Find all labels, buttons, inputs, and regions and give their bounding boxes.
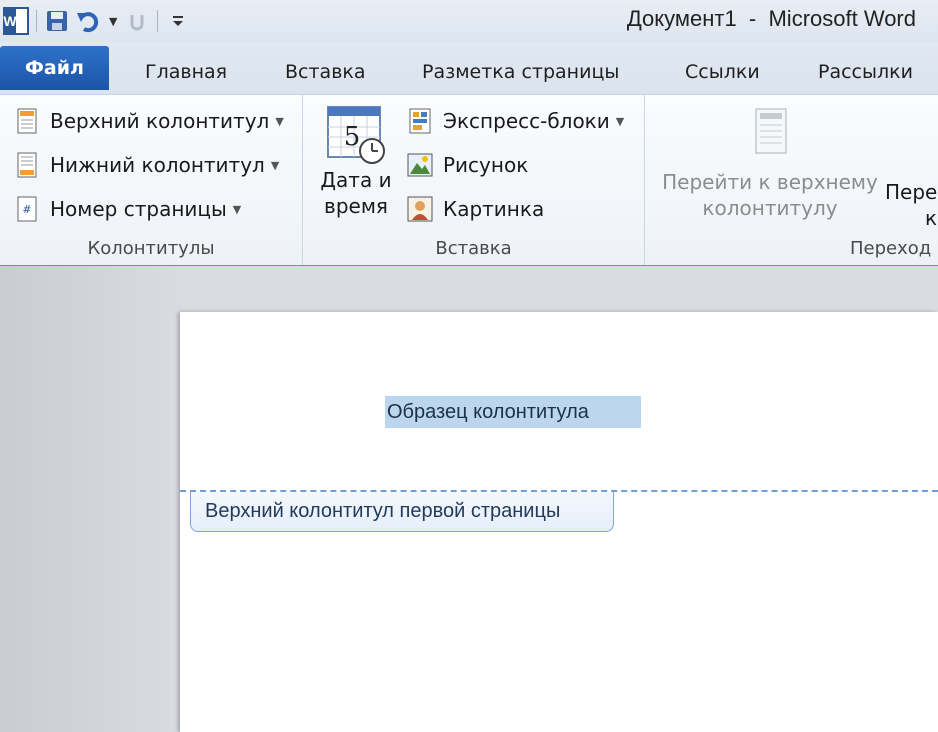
document-area: Образец колонтитула Верхний колонтитул п… bbox=[0, 266, 938, 732]
page-number-icon: # bbox=[14, 195, 40, 223]
title-bar: W ▼ Документ1 - Microsoft Word bbox=[0, 0, 938, 42]
page-number-button[interactable]: # Номер страницы ▼ bbox=[14, 192, 241, 226]
svg-text:#: # bbox=[22, 203, 31, 216]
quick-parts-button[interactable]: Экспресс-блоки ▼ bbox=[407, 104, 624, 138]
header-icon bbox=[14, 107, 40, 135]
document-page[interactable]: Образец колонтитула Верхний колонтитул п… bbox=[180, 312, 938, 732]
header-button[interactable]: Верхний колонтитул ▼ bbox=[14, 104, 284, 138]
tab-mailings[interactable]: Рассылки bbox=[818, 52, 913, 92]
customize-icon[interactable] bbox=[162, 5, 194, 37]
picture-label: Рисунок bbox=[443, 153, 529, 177]
header-footer-group: Верхний колонтитул ▼ Нижний колонтитул ▼… bbox=[0, 95, 303, 265]
clipart-button[interactable]: Картинка bbox=[407, 192, 544, 226]
header-tag: Верхний колонтитул первой страницы bbox=[190, 492, 614, 532]
picture-button[interactable]: Рисунок bbox=[407, 148, 528, 182]
footer-icon bbox=[14, 151, 40, 179]
footer-label: Нижний колонтитул bbox=[50, 153, 265, 177]
word-icon[interactable]: W bbox=[0, 5, 32, 37]
calendar-clock-icon: 5 bbox=[311, 103, 401, 167]
clipart-icon bbox=[407, 195, 433, 223]
dropdown-arrow-icon: ▼ bbox=[232, 202, 242, 216]
go-to-header-icon bbox=[655, 105, 885, 169]
toolbar-separator bbox=[157, 10, 159, 32]
go-to-header-button[interactable]: Перейти к верхнему колонтитулу bbox=[655, 105, 885, 221]
group-label: Вставка bbox=[435, 238, 512, 259]
go-to-footer-label-line2: к bbox=[925, 206, 938, 230]
ribbon: Верхний колонтитул ▼ Нижний колонтитул ▼… bbox=[0, 94, 938, 267]
toolbar-separator bbox=[36, 10, 37, 32]
tab-insert[interactable]: Вставка bbox=[285, 52, 366, 92]
dropdown-arrow-icon: ▼ bbox=[270, 158, 280, 172]
quick-parts-icon bbox=[407, 107, 433, 135]
header-label: Верхний колонтитул bbox=[50, 109, 270, 133]
footer-button[interactable]: Нижний колонтитул ▼ bbox=[14, 148, 279, 182]
clipart-label: Картинка bbox=[443, 197, 545, 221]
svg-text:5: 5 bbox=[344, 122, 361, 152]
page-number-label: Номер страницы bbox=[50, 197, 227, 221]
dropdown-arrow-icon: ▼ bbox=[615, 114, 625, 128]
svg-text:W: W bbox=[3, 13, 17, 29]
go-to-header-label-line2: колонтитулу bbox=[702, 196, 838, 220]
date-time-label-line2: время bbox=[324, 194, 388, 218]
quick-access-toolbar: W ▼ bbox=[0, 4, 194, 38]
window-title: Документ1 - Microsoft Word bbox=[626, 6, 916, 31]
undo-icon[interactable] bbox=[73, 5, 105, 37]
date-time-button[interactable]: 5 Дата и время bbox=[311, 103, 401, 219]
go-to-footer-button[interactable]: Пере к bbox=[885, 179, 938, 231]
navigation-group: Перейти к верхнему колонтитулу Пере к Пе… bbox=[645, 95, 938, 265]
picture-icon bbox=[407, 151, 433, 179]
header-text[interactable]: Образец колонтитула bbox=[385, 396, 641, 428]
save-icon[interactable] bbox=[41, 5, 73, 37]
ribbon-tabs: Файл Главная Вставка Разметка страницы С… bbox=[0, 42, 938, 94]
tab-file[interactable]: Файл bbox=[0, 46, 109, 90]
dropdown-arrow-icon: ▼ bbox=[275, 114, 284, 128]
quick-parts-label: Экспресс-блоки bbox=[443, 109, 610, 133]
tab-references[interactable]: Ссылки bbox=[685, 52, 760, 92]
group-label: Переход bbox=[850, 238, 932, 259]
tab-home[interactable]: Главная bbox=[145, 52, 227, 92]
go-to-header-label-line1: Перейти к верхнему bbox=[662, 170, 878, 194]
date-time-label-line1: Дата и bbox=[320, 168, 392, 192]
undo-dropdown-icon[interactable]: ▼ bbox=[109, 15, 117, 28]
redo-icon bbox=[121, 5, 153, 37]
go-to-footer-label-line1: Пере bbox=[885, 180, 938, 204]
insert-group: 5 Дата и время Экспресс-блоки ▼ Рисунок … bbox=[303, 95, 645, 265]
tab-page-layout[interactable]: Разметка страницы bbox=[422, 52, 619, 92]
group-label: Колонтитулы bbox=[87, 238, 215, 259]
